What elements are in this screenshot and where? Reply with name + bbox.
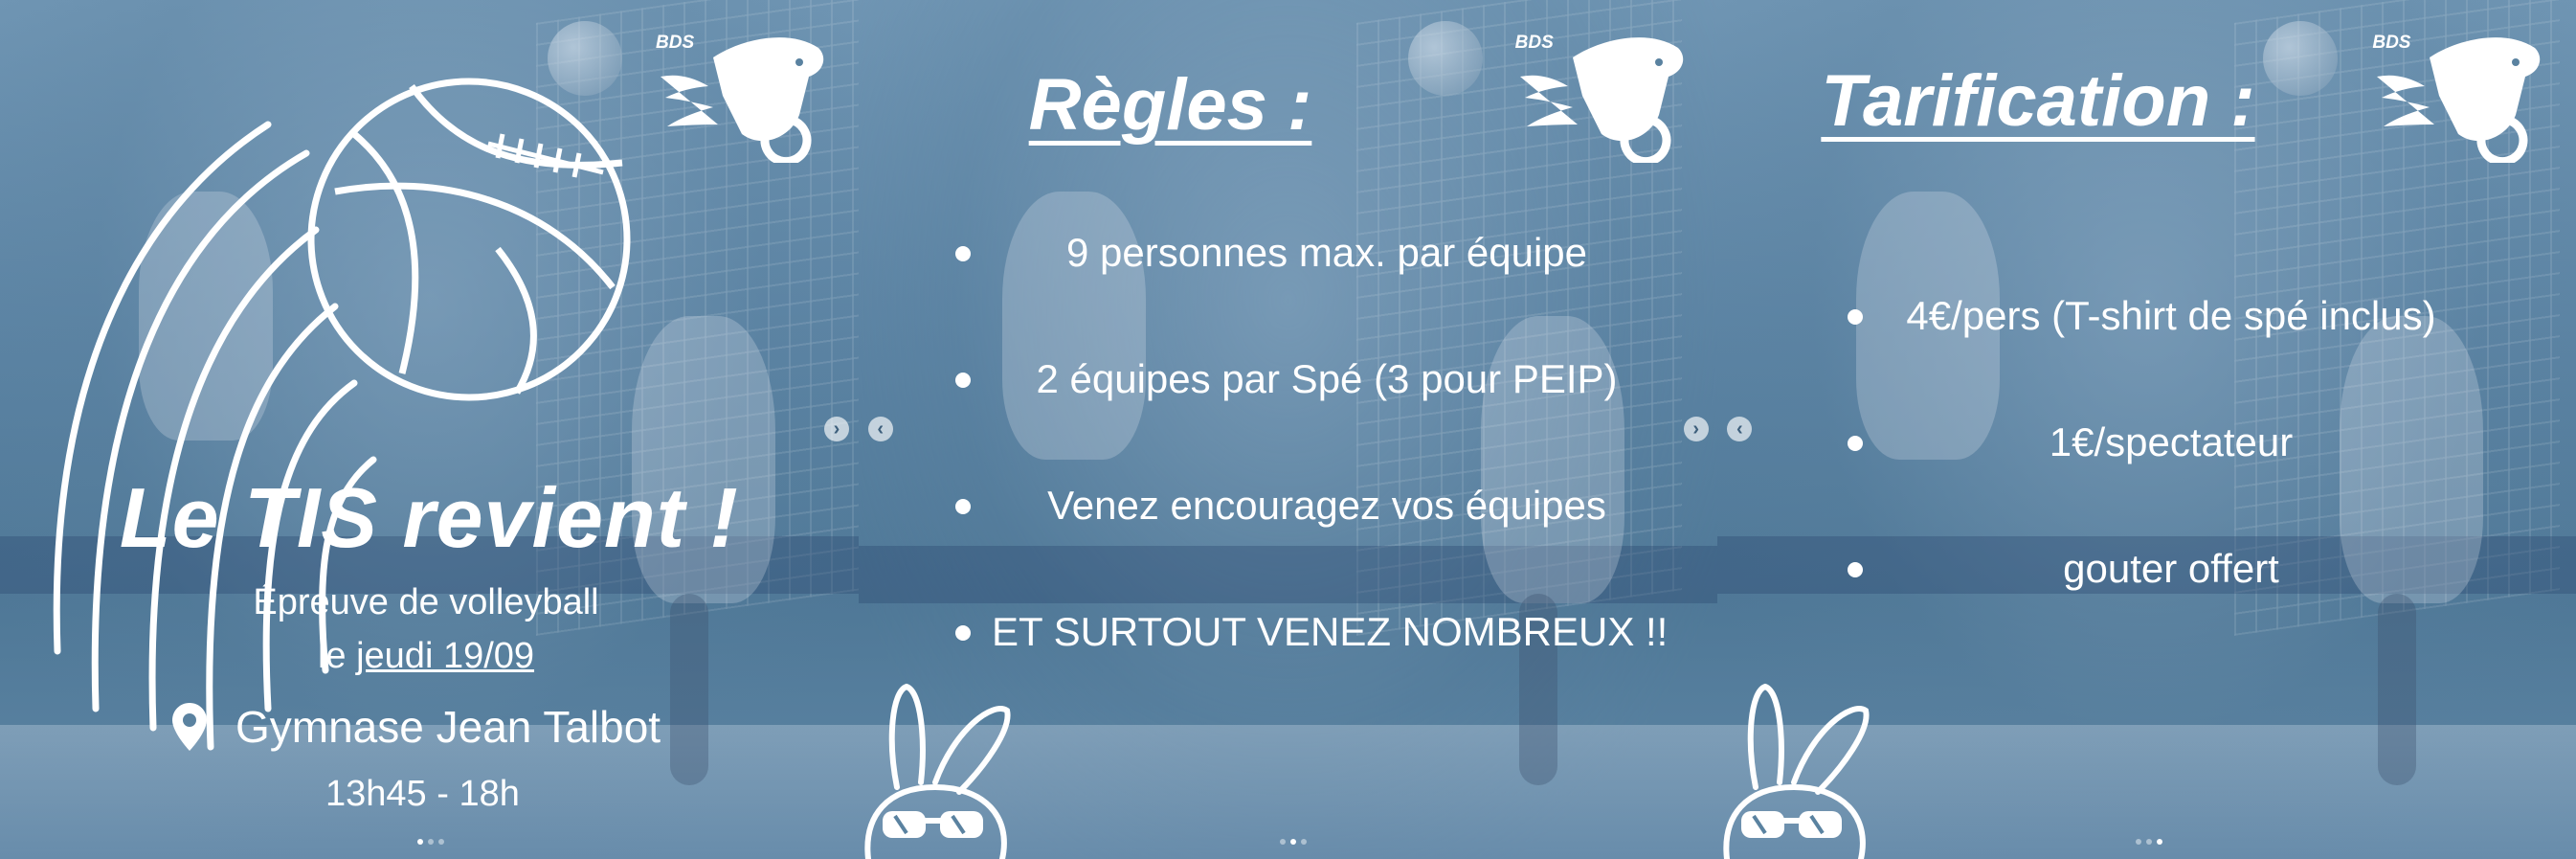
bullet-icon [955, 373, 971, 388]
event-time: 13h45 - 18h [325, 774, 520, 814]
bunny-sunglasses-icon [1723, 683, 1870, 859]
carousel-dot[interactable] [2157, 839, 2163, 845]
location-text: Gymnase Jean Talbot [235, 702, 661, 752]
carousel-dots [1279, 839, 1307, 845]
event-date: le jeudi 19/09 [239, 636, 613, 677]
bullet-icon [1848, 309, 1863, 325]
price-text: 4€/pers (T-shirt de spé inclus) [1906, 293, 2436, 338]
pricing-list: 4€/pers (T-shirt de spé inclus) 1€/spect… [1848, 293, 2479, 672]
bullet-icon [955, 246, 971, 261]
price-text: 1€/spectateur [2049, 419, 2294, 464]
volleyball-icon [307, 78, 631, 401]
carousel-dot[interactable] [417, 839, 423, 845]
carousel-dots [417, 839, 444, 845]
bds-logo: BDS [1514, 19, 1697, 167]
list-item: 9 personnes max. par équipe [955, 230, 1683, 356]
next-slide-button[interactable]: › [1683, 417, 1709, 441]
bds-logo: BDS [656, 19, 838, 167]
carousel-dot[interactable] [1289, 839, 1296, 845]
prev-slide-button[interactable]: ‹ [867, 417, 893, 441]
logo-text: BDS [1514, 33, 1554, 53]
background-ball [1407, 21, 1483, 96]
background-player-leg [670, 594, 708, 785]
pricing-heading: Tarification : [1821, 60, 2255, 142]
carousel-dot[interactable] [2136, 839, 2142, 845]
list-item: ET SURTOUT VENEZ NOMBREUX !! [955, 609, 1683, 735]
list-item: 1€/spectateur [1848, 419, 2479, 546]
rule-text: 2 équipes par Spé (3 pour PEIP) [1036, 356, 1618, 401]
carousel-strip: BDS Le TIS revient ! Épreuve de volleyba… [0, 0, 2576, 859]
carousel-dots [2136, 839, 2163, 845]
next-slide-button[interactable]: › [824, 417, 849, 441]
location-pin-icon [172, 703, 207, 751]
chevron-right-icon: › [833, 418, 840, 440]
rule-text: ET SURTOUT VENEZ NOMBREUX !! [992, 609, 1669, 654]
event-subtitle: Épreuve de volleyball [253, 582, 599, 622]
carousel-dot[interactable] [428, 839, 434, 845]
date-prefix: le [317, 636, 357, 676]
list-item: gouter offert [1848, 546, 2479, 672]
carousel-dot[interactable] [1279, 839, 1286, 845]
prev-slide-button[interactable]: ‹ [1727, 417, 1753, 441]
carousel-dot[interactable] [2146, 839, 2153, 845]
carousel-dot[interactable] [1300, 839, 1307, 845]
bullet-icon [1848, 436, 1863, 451]
logo-text: BDS [656, 33, 695, 53]
carousel-dot[interactable] [438, 839, 444, 845]
bullet-icon [955, 625, 971, 641]
date-value: jeudi 19/09 [356, 636, 535, 676]
bds-logo: BDS [2372, 19, 2554, 167]
rules-heading: Règles : [1028, 64, 1312, 146]
rules-list: 9 personnes max. par équipe 2 équipes pa… [955, 230, 1683, 735]
chevron-left-icon: ‹ [877, 418, 884, 440]
location-row: Gymnase Jean Talbot [172, 701, 661, 753]
background-ball [2263, 21, 2339, 96]
list-item: Venez encouragez vos équipes [955, 483, 1683, 609]
chevron-left-icon: ‹ [1736, 418, 1743, 440]
bullet-icon [955, 499, 971, 514]
list-item: 4€/pers (T-shirt de spé inclus) [1848, 293, 2479, 419]
rule-text: 9 personnes max. par équipe [1065, 230, 1587, 275]
rule-text: Venez encouragez vos équipes [1047, 483, 1606, 528]
price-text: gouter offert [2063, 546, 2279, 591]
logo-text: BDS [2372, 33, 2411, 53]
list-item: 2 équipes par Spé (3 pour PEIP) [955, 356, 1683, 483]
slide-1: BDS Le TIS revient ! Épreuve de volleyba… [0, 0, 859, 859]
bullet-icon [1848, 562, 1863, 577]
slide-title: Le TIS revient ! [119, 470, 739, 565]
chevron-right-icon: › [1692, 418, 1699, 440]
